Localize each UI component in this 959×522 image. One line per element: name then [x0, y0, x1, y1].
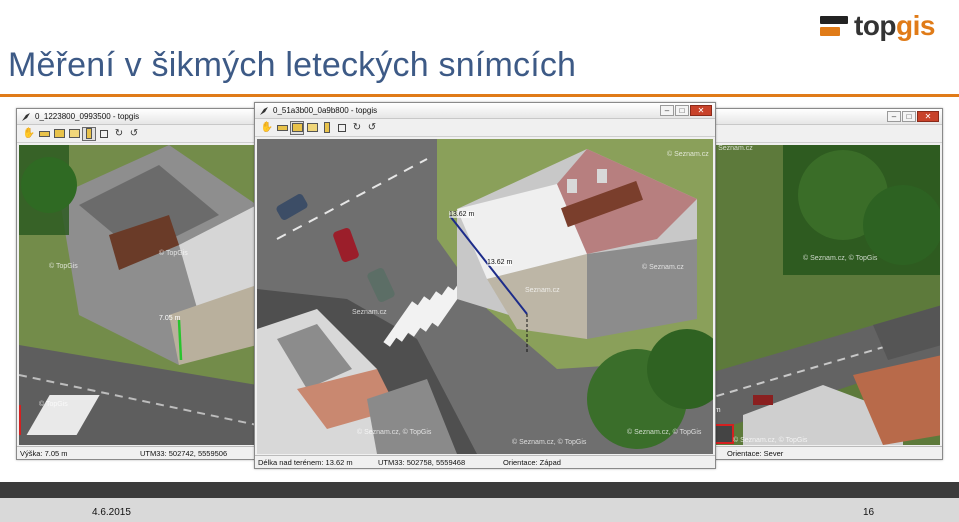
center-map-scene — [257, 139, 713, 454]
maximize-button[interactable]: □ — [902, 111, 916, 122]
vertical-icon[interactable] — [82, 126, 96, 141]
window-left-aerial-map[interactable]: © TopGis © TopGis © TopGis 7.05 m — [19, 145, 255, 445]
ruler-icon[interactable] — [276, 122, 288, 134]
window-center-toolbar: ✋ ↻ ↺ — [255, 119, 715, 137]
rotate-icon[interactable]: ↻ — [113, 128, 125, 140]
vertical-icon[interactable] — [321, 122, 333, 134]
window-right-titlebar[interactable]: – □ ✕ — [701, 109, 942, 125]
window-center: 0_51a3b00_0a9b800 - topgis – □ ✕ ✋ ↻ ↺ ©… — [254, 102, 716, 469]
topgis-logo: topgis — [820, 8, 935, 44]
map-watermark: © TopGis — [159, 250, 188, 257]
right-map-scene — [703, 145, 940, 445]
map-watermark: © Seznam.cz, © TopGis — [627, 429, 702, 436]
slide-title: Měření v šikmých leteckých snímcích — [8, 46, 577, 84]
undo-icon[interactable]: ↺ — [128, 128, 140, 140]
area-icon[interactable] — [53, 128, 65, 140]
undo-icon[interactable]: ↺ — [366, 122, 378, 134]
minimize-button[interactable]: – — [887, 111, 901, 122]
window-right-aerial-map[interactable]: © Seznam.cz © Seznam.cz, © TopGis © Sezn… — [703, 145, 940, 445]
window-center-controls: – □ ✕ — [659, 105, 712, 116]
page-number: 16 — [863, 507, 875, 518]
footer-date: 4.6.2015 — [92, 507, 131, 518]
window-center-titlebar[interactable]: 0_51a3b00_0a9b800 - topgis – □ ✕ — [255, 103, 715, 119]
rotate-icon[interactable]: ↻ — [351, 122, 363, 134]
area-icon[interactable] — [290, 120, 304, 135]
window-center-title: 0_51a3b00_0a9b800 - topgis — [273, 106, 378, 115]
title-divider — [0, 94, 959, 97]
frame-icon[interactable] — [336, 122, 348, 134]
window-right: – □ ✕ © Seznam.cz © Seznam.cz, © TopGis … — [700, 108, 943, 460]
slide: topgis Měření v šikmých leteckých snímcí… — [0, 0, 959, 522]
map-watermark: © Seznam.cz, © TopGis — [357, 429, 432, 436]
height-icon[interactable] — [68, 128, 80, 140]
window-left-statusbar: Výška: 7.05 m UTM33: 502742, 5559506 — [17, 446, 257, 459]
map-watermark: © Seznam.cz — [642, 264, 684, 271]
status-length: Délka nad terénem: 13.62 m — [258, 457, 353, 467]
map-watermark: © Seznam.cz, © TopGis — [512, 439, 587, 446]
map-watermark: © Seznam.cz, © TopGis — [803, 255, 878, 262]
status-orientation: Orientace: Západ — [503, 457, 561, 467]
ruler-icon[interactable] — [38, 128, 50, 140]
topgis-app-icon — [22, 112, 30, 121]
window-left: 0_1223800_0993500 - topgis ✋ ↻ ↺ © TopGi… — [16, 108, 258, 460]
map-watermark: Seznam.cz — [352, 309, 387, 316]
map-watermark: Seznam.cz — [525, 287, 560, 294]
window-right-statusbar: Orientace: Sever — [701, 446, 942, 459]
window-left-toolbar: ✋ ↻ ↺ — [17, 125, 257, 143]
status-coords: UTM33: 502742, 5559506 — [140, 448, 228, 458]
hand-icon[interactable]: ✋ — [261, 122, 273, 134]
map-watermark: © TopGis — [49, 263, 78, 270]
window-left-titlebar[interactable]: 0_1223800_0993500 - topgis — [17, 109, 257, 125]
measure-label: 13.62 m — [487, 259, 513, 266]
maximize-button[interactable]: □ — [675, 105, 689, 116]
status-coords: UTM33: 502758, 5559468 — [378, 457, 466, 467]
map-watermark: © Seznam.cz — [667, 151, 709, 158]
status-height: Výška: 7.05 m — [20, 448, 68, 458]
close-button[interactable]: ✕ — [917, 111, 939, 122]
map-watermark: © TopGis — [39, 401, 68, 408]
minimize-button[interactable]: – — [660, 105, 674, 116]
close-button[interactable]: ✕ — [690, 105, 712, 116]
status-orientation: Orientace: Sever — [727, 448, 784, 458]
footer-bar — [0, 498, 959, 522]
window-center-aerial-map[interactable]: © Seznam.cz Seznam.cz © Seznam.cz, © Top… — [257, 139, 713, 454]
window-left-title: 0_1223800_0993500 - topgis — [35, 112, 140, 121]
measure-label: 7.05 m — [159, 315, 181, 322]
logo-text-gis: gis — [896, 10, 935, 41]
topgis-logo-mark — [820, 14, 848, 38]
map-watermark: © Seznam.cz, © TopGis — [733, 437, 808, 444]
topgis-app-icon — [260, 106, 268, 115]
window-right-toolbar — [701, 125, 942, 143]
window-center-statusbar: Délka nad terénem: 13.62 m UTM33: 502758… — [255, 455, 715, 468]
height-icon[interactable] — [306, 122, 318, 134]
left-map-scene — [19, 145, 255, 445]
frame-icon[interactable] — [98, 128, 110, 140]
window-right-controls: – □ ✕ — [886, 111, 939, 122]
map-watermark: © Seznam.cz — [711, 145, 753, 152]
hand-icon[interactable]: ✋ — [23, 128, 35, 140]
logo-text-top: top — [854, 10, 897, 41]
measure-label: 13.62 m — [449, 211, 475, 218]
topgis-logo-text: topgis — [854, 10, 935, 42]
